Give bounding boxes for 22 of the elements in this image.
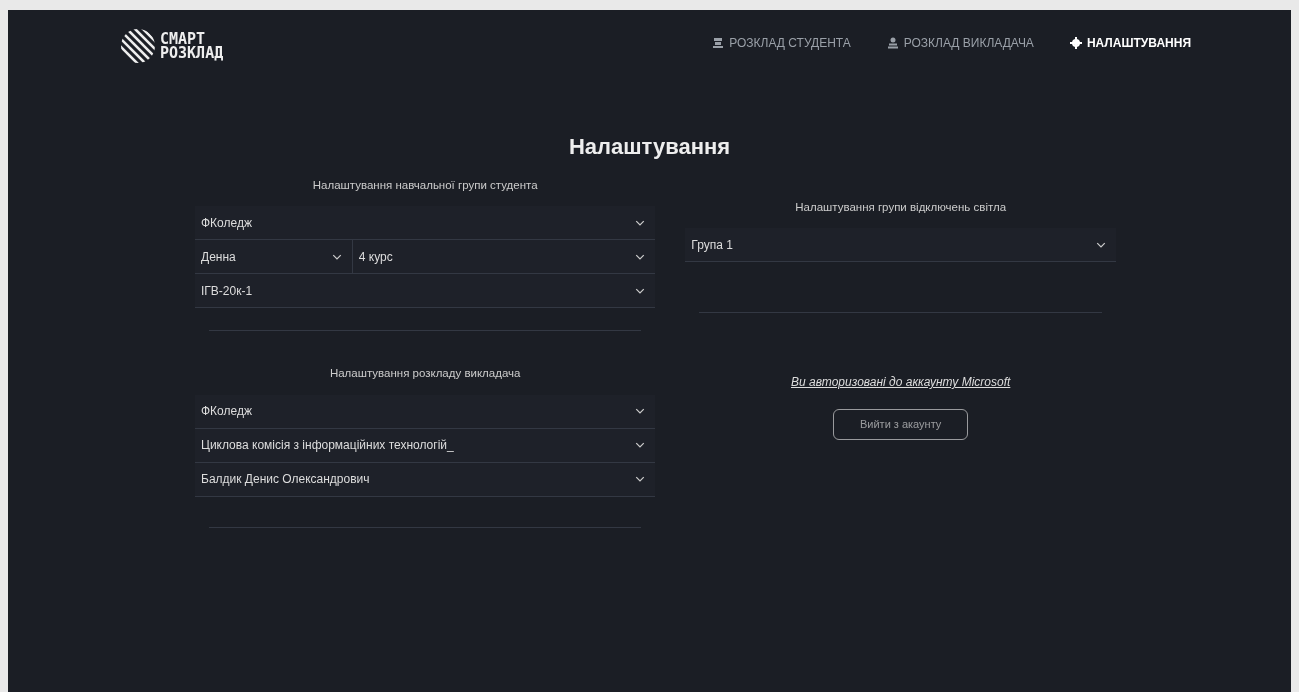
power-group-dropdown[interactable]: Група 1	[685, 228, 1116, 263]
college-dropdown[interactable]: ФКоледж	[195, 394, 656, 429]
student-icon	[712, 37, 725, 49]
study-form-dropdown[interactable]: Денна	[195, 240, 353, 275]
nav-link[interactable]: РОЗКЛАД ВИКЛАДАЧА	[876, 28, 1044, 58]
nav-link[interactable]: РОЗКЛАД СТУДЕНТА	[702, 28, 861, 58]
logo-text: РОЗКЛАД	[160, 46, 224, 61]
section-heading: Налаштування розкладу викладача	[328, 366, 522, 382]
account-link[interactable]: Ви авторизовані до аккаунту Microsoft	[791, 375, 1011, 390]
section-heading: Налаштування навчальної групи студента	[311, 178, 539, 193]
settings-icon	[1069, 37, 1082, 49]
commission-dropdown[interactable]: Циклова комісія з інформаційних технологій_	[195, 428, 656, 463]
section-heading: Налаштування групи відключень світла	[794, 200, 1008, 215]
logo-icon	[120, 28, 156, 64]
teacher-dropdown[interactable]: Балдик Денис Олександрович	[195, 462, 656, 497]
page-title: Налаштування	[567, 133, 732, 161]
nav-link[interactable]: НАЛАШТУВАННЯ	[1059, 28, 1201, 58]
logo-text: СМАРТ	[160, 31, 206, 46]
person-icon	[886, 37, 899, 49]
course-dropdown[interactable]: 4 курс	[352, 240, 656, 275]
group-dropdown[interactable]: ІГВ-20к-1	[195, 274, 656, 309]
college-dropdown[interactable]: ФКоледж	[195, 206, 656, 241]
